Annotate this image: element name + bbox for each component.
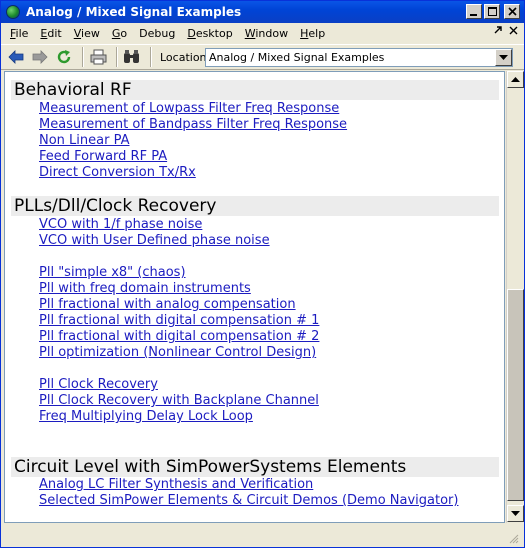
menu-help[interactable]: Help: [294, 27, 331, 40]
menu-view-accel: V: [73, 26, 82, 40]
menu-desktop-accel: D: [187, 26, 196, 40]
menu-window-accel: W: [244, 26, 256, 40]
maximize-button[interactable]: [484, 4, 500, 19]
link-pll-freq-domain[interactable]: Pll with freq domain instruments: [39, 281, 251, 297]
menu-bar-controls: [493, 25, 518, 38]
back-icon[interactable]: [6, 47, 26, 67]
link-non-linear-pa[interactable]: Non Linear PA: [39, 133, 130, 149]
link-vco-1f[interactable]: VCO with 1/f phase noise: [39, 217, 202, 233]
forward-icon[interactable]: [30, 47, 50, 67]
link-pll-fractional-digital-2[interactable]: Pll fractional with digital compensation…: [39, 329, 319, 345]
minimize-button[interactable]: [466, 4, 482, 19]
menu-view-rest: iew: [81, 26, 100, 40]
menu-help-rest: elp: [308, 26, 326, 40]
arrow-up-icon: [511, 76, 520, 82]
window-title: Analog / Mixed Signal Examples: [26, 5, 242, 19]
toolbar-separator-3: [150, 47, 152, 67]
menu-debug-rest: ebug: [147, 26, 176, 40]
close-button[interactable]: [504, 4, 520, 19]
menu-debug-accel: D: [139, 26, 148, 40]
window-controls: [466, 4, 520, 19]
link-direct-conversion[interactable]: Direct Conversion Tx/Rx: [39, 165, 196, 181]
link-pll-clock-recovery[interactable]: Pll Clock Recovery: [39, 377, 158, 393]
link-bandpass-filter[interactable]: Measurement of Bandpass Filter Freq Resp…: [39, 117, 347, 133]
menu-bar: File Edit View Go Debug Desktop Window H…: [1, 23, 524, 43]
location-combobox[interactable]: Analog / Mixed Signal Examples: [205, 48, 513, 67]
resize-grip-icon[interactable]: [507, 532, 519, 544]
undock-icon[interactable]: [493, 25, 503, 38]
location-label: Location:: [160, 50, 211, 64]
refresh-icon[interactable]: [54, 47, 74, 67]
toolbar: Location: Analog / Mixed Signal Examples: [1, 44, 524, 70]
close-icon: [507, 7, 517, 16]
link-analog-lc-filter[interactable]: Analog LC Filter Synthesis and Verificat…: [39, 477, 313, 493]
link-pll-simple-x8[interactable]: Pll "simple x8" (chaos): [39, 265, 186, 281]
menu-desktop[interactable]: Desktop: [181, 27, 238, 40]
app-window: Analog / Mixed Signal Examples File Edit…: [0, 0, 525, 548]
print-icon[interactable]: [88, 47, 108, 67]
scroll-thumb[interactable]: [507, 289, 524, 501]
scroll-down-button[interactable]: [507, 505, 524, 522]
link-pll-fractional-analog[interactable]: Pll fractional with analog compensation: [39, 297, 296, 313]
help-content-pane[interactable]: Behavioral RF Measurement of Lowpass Fil…: [4, 71, 505, 523]
section-header-plls: PLLs/Dll/Clock Recovery: [11, 196, 499, 216]
minimize-icon: [470, 13, 477, 16]
matlab-globe-icon: [6, 5, 20, 19]
menu-edit-rest: dit: [47, 26, 62, 40]
link-pll-clock-recovery-backplane[interactable]: Pll Clock Recovery with Backplane Channe…: [39, 393, 319, 409]
menu-go-rest: o: [120, 26, 128, 40]
menu-window[interactable]: Window: [239, 27, 294, 40]
location-value: Analog / Mixed Signal Examples: [209, 51, 385, 64]
status-bar: [4, 525, 522, 547]
toolbar-separator-2: [116, 47, 118, 67]
maximize-icon: [487, 7, 497, 16]
link-feed-forward-rf-pa[interactable]: Feed Forward RF PA: [39, 149, 167, 165]
location-dropdown-button[interactable]: [495, 49, 512, 66]
menu-view[interactable]: View: [68, 27, 106, 40]
arrow-down-icon: [511, 510, 520, 516]
toolbar-separator: [82, 47, 84, 67]
title-bar[interactable]: Analog / Mixed Signal Examples: [1, 1, 524, 23]
menu-desktop-rest: esktop: [195, 26, 233, 40]
link-simpower-demos[interactable]: Selected SimPower Elements & Circuit Dem…: [39, 493, 458, 509]
menu-go[interactable]: Go: [106, 27, 133, 40]
link-vco-user-defined[interactable]: VCO with User Defined phase noise: [39, 233, 270, 249]
link-freq-multiplying-dll[interactable]: Freq Multiplying Delay Lock Loop: [39, 409, 253, 425]
chevron-down-icon: [499, 54, 508, 60]
link-pll-optimization[interactable]: Pll optimization (Nonlinear Control Desi…: [39, 345, 316, 361]
menu-file[interactable]: File: [4, 27, 34, 40]
section-header-circuit-level: Circuit Level with SimPowerSystems Eleme…: [11, 457, 499, 477]
scroll-up-button[interactable]: [507, 71, 524, 88]
section-header-behavioral-rf: Behavioral RF: [11, 80, 499, 100]
link-lowpass-filter[interactable]: Measurement of Lowpass Filter Freq Respo…: [39, 101, 339, 117]
menu-debug[interactable]: Debug: [133, 27, 181, 40]
vertical-scrollbar[interactable]: [506, 71, 524, 523]
menu-window-rest: indow: [255, 26, 289, 40]
close-panel-icon[interactable]: [509, 25, 518, 38]
link-pll-fractional-digital-1[interactable]: Pll fractional with digital compensation…: [39, 313, 319, 329]
menu-edit[interactable]: Edit: [34, 27, 67, 40]
menu-file-rest: ile: [15, 26, 29, 40]
find-icon[interactable]: [122, 47, 142, 67]
